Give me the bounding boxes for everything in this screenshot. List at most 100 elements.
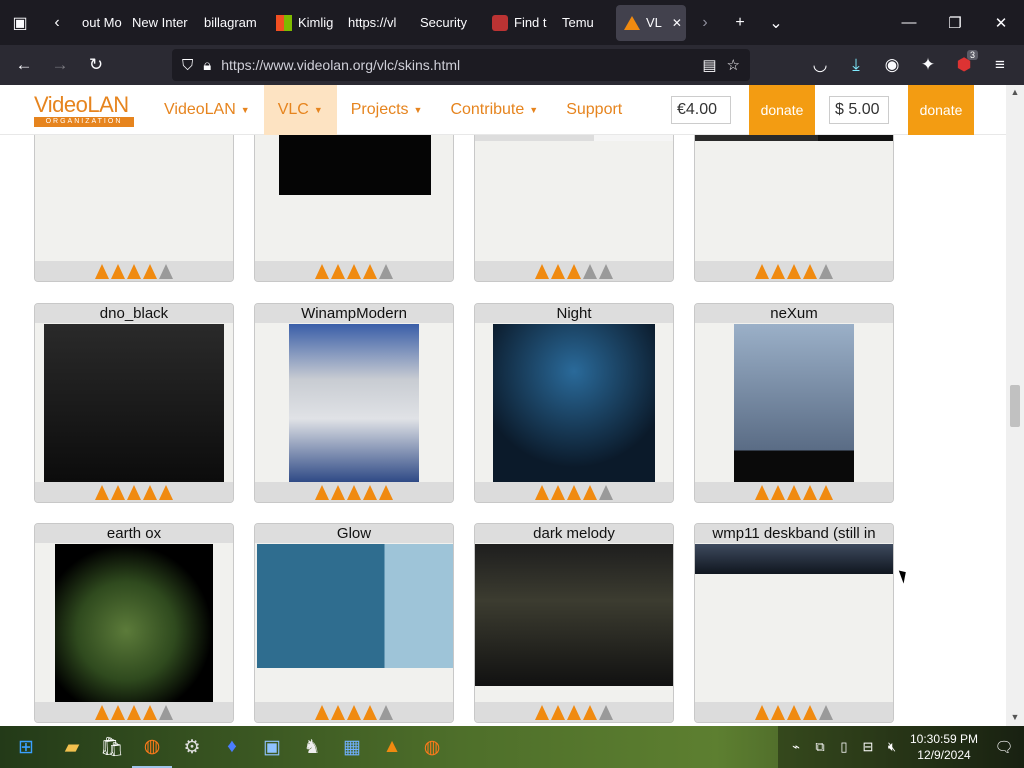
skin-title[interactable]: dark melody bbox=[475, 524, 673, 543]
close-tab-icon[interactable]: ✕ bbox=[672, 16, 682, 30]
skin-title[interactable]: earth ox bbox=[35, 524, 233, 543]
donate-eur-button[interactable]: donate bbox=[749, 85, 815, 135]
store-icon[interactable]: 🛍︎ bbox=[92, 726, 132, 768]
tab-7[interactable]: Temu bbox=[554, 0, 614, 45]
ublock-extension-icon[interactable]: ⬢ 3 bbox=[946, 45, 982, 85]
skin-title[interactable]: neXum bbox=[695, 304, 893, 323]
rating-cone-filled-icon bbox=[347, 485, 361, 500]
rating-cone-empty-icon bbox=[599, 264, 613, 279]
tracking-protection-shield-icon[interactable]: ⛉ bbox=[182, 57, 193, 74]
skin-card[interactable]: Glow bbox=[254, 523, 454, 723]
donate-usd-amount-input[interactable] bbox=[829, 96, 889, 124]
menu-item-contribute[interactable]: Contribute ▼ bbox=[436, 85, 552, 135]
account-icon[interactable]: ◉ bbox=[874, 45, 910, 85]
web-page: dno_black WinampModern Night neXum earth ox G… bbox=[0, 85, 1024, 726]
windows-start-icon[interactable]: ⊞ bbox=[0, 726, 52, 768]
vlc-cone-icon[interactable]: ▲ bbox=[372, 726, 412, 768]
skin-preview-image[interactable] bbox=[289, 324, 419, 482]
rating-cone-filled-icon bbox=[583, 485, 597, 500]
skin-preview-image[interactable] bbox=[55, 544, 213, 702]
pocket-icon[interactable]: ◡ bbox=[802, 45, 838, 85]
firefox-icon[interactable]: ◍ bbox=[132, 726, 172, 768]
reader-view-icon[interactable]: ▤ bbox=[702, 56, 716, 74]
tab-3[interactable]: Kimlig bbox=[268, 0, 340, 45]
skin-preview-image[interactable] bbox=[475, 544, 673, 686]
skin-title[interactable]: wmp11 deskband (still in bbox=[695, 524, 893, 543]
tab-4[interactable]: https://vl bbox=[340, 0, 412, 45]
system-clock[interactable]: 10:30:59 PM 12/9/2024 bbox=[904, 731, 984, 763]
tab-0[interactable]: out Mo bbox=[74, 0, 124, 45]
skin-preview-image[interactable] bbox=[44, 324, 224, 482]
tab-label: Security bbox=[420, 15, 467, 30]
scrollbar-thumb[interactable] bbox=[1010, 385, 1020, 427]
copy-icon[interactable]: ⧉ bbox=[808, 739, 832, 755]
notification-center-icon[interactable]: 🗨︎ bbox=[984, 738, 1024, 756]
tab-label: billagram bbox=[204, 15, 257, 30]
list-all-tabs-chevron-icon[interactable]: ⌄ bbox=[758, 0, 794, 45]
donate-usd-button[interactable]: donate bbox=[908, 85, 974, 135]
videolan-logo[interactable]: VideoLAN ORGANIZATION bbox=[34, 93, 134, 127]
skin-preview-image[interactable] bbox=[695, 544, 893, 574]
skin-title[interactable]: Night bbox=[475, 304, 673, 323]
minimize-window-icon[interactable]: — bbox=[886, 0, 932, 45]
address-bar[interactable]: ⛉ 🔒︎ https://www.videolan.org/vlc/skins.… bbox=[172, 49, 750, 81]
scroll-down-arrow-icon[interactable]: ▼ bbox=[1006, 712, 1024, 726]
tab-5[interactable]: Security bbox=[412, 0, 484, 45]
donate-eur-amount-input[interactable] bbox=[671, 96, 731, 124]
skin-card[interactable]: neXum bbox=[694, 303, 894, 503]
network-icon[interactable]: ⊟ bbox=[856, 739, 880, 755]
new-tab-plus-icon[interactable]: + bbox=[722, 0, 758, 45]
rating-cone-empty-icon bbox=[583, 264, 597, 279]
hamburger-menu-icon[interactable]: ≡ bbox=[982, 45, 1018, 85]
skin-card[interactable]: dno_black bbox=[34, 303, 234, 503]
skin-preview-image[interactable] bbox=[493, 324, 655, 482]
skin-card[interactable]: wmp11 deskband (still in bbox=[694, 523, 894, 723]
tab-2[interactable]: billagram bbox=[196, 0, 268, 45]
bookmark-star-icon[interactable]: ☆ bbox=[727, 56, 740, 74]
skin-rating bbox=[255, 702, 453, 722]
tab-8[interactable]: VL ✕ bbox=[616, 4, 686, 41]
reload-icon[interactable]: ↻ bbox=[78, 45, 114, 85]
menu-item-videolan[interactable]: VideoLAN ▼ bbox=[150, 85, 264, 135]
skin-card[interactable]: WinampModern bbox=[254, 303, 454, 503]
menu-item-vlc[interactable]: VLC ▼ bbox=[263, 85, 337, 135]
settings-gear-icon[interactable]: ⚙ bbox=[172, 726, 212, 768]
skin-preview-image[interactable] bbox=[257, 544, 453, 668]
firefox-icon[interactable]: ◍ bbox=[412, 726, 452, 768]
skin-title[interactable]: dno_black bbox=[35, 304, 233, 323]
file-explorer-icon[interactable]: ▰ bbox=[52, 726, 92, 768]
bluetooth-icon[interactable]: ⌁ bbox=[784, 739, 808, 755]
extensions-puzzle-icon[interactable]: ✦ bbox=[910, 45, 946, 85]
blue-flame-icon[interactable]: ♦ bbox=[212, 726, 252, 768]
rating-cone-empty-icon bbox=[599, 705, 613, 720]
battery-icon[interactable]: ▯ bbox=[832, 739, 856, 755]
menu-item-projects[interactable]: Projects ▼ bbox=[337, 85, 437, 135]
skin-title[interactable]: WinampModern bbox=[255, 304, 453, 323]
image-viewer-icon[interactable]: ▣ bbox=[252, 726, 292, 768]
skin-card[interactable]: Night bbox=[474, 303, 674, 503]
news-icon[interactable]: ▦ bbox=[332, 726, 372, 768]
forward-arrow-icon[interactable]: → bbox=[42, 45, 78, 85]
tab-6[interactable]: Find t bbox=[484, 0, 554, 45]
skin-card[interactable]: earth ox bbox=[34, 523, 234, 723]
vertical-scrollbar[interactable]: ▲ ▼ bbox=[1006, 85, 1024, 726]
scroll-tabs-left-icon[interactable]: ‹ bbox=[40, 0, 74, 45]
rating-cone-filled-icon bbox=[363, 264, 377, 279]
url-text[interactable]: https://www.videolan.org/vlc/skins.html bbox=[221, 57, 692, 73]
skin-rating bbox=[35, 482, 233, 502]
lock-icon[interactable]: 🔒︎ bbox=[203, 57, 211, 74]
scroll-tabs-right-icon[interactable]: › bbox=[688, 0, 722, 45]
skin-card[interactable]: dark melody bbox=[474, 523, 674, 723]
menu-item-support[interactable]: Support bbox=[552, 85, 636, 135]
skin-title[interactable]: Glow bbox=[255, 524, 453, 543]
volume-muted-icon[interactable]: 🔇︎ bbox=[880, 739, 904, 755]
downloads-icon[interactable]: ⤓ bbox=[838, 45, 874, 85]
close-window-icon[interactable]: ✕ bbox=[978, 0, 1024, 45]
chess-icon[interactable]: ♞ bbox=[292, 726, 332, 768]
back-arrow-icon[interactable]: ← bbox=[6, 45, 42, 85]
skin-preview-image[interactable] bbox=[734, 324, 854, 482]
tab-list-icon[interactable]: ▣ bbox=[0, 0, 40, 45]
tab-1[interactable]: New Inter bbox=[124, 0, 196, 45]
scroll-up-arrow-icon[interactable]: ▲ bbox=[1006, 87, 1024, 101]
restore-window-icon[interactable]: ❐ bbox=[932, 0, 978, 45]
